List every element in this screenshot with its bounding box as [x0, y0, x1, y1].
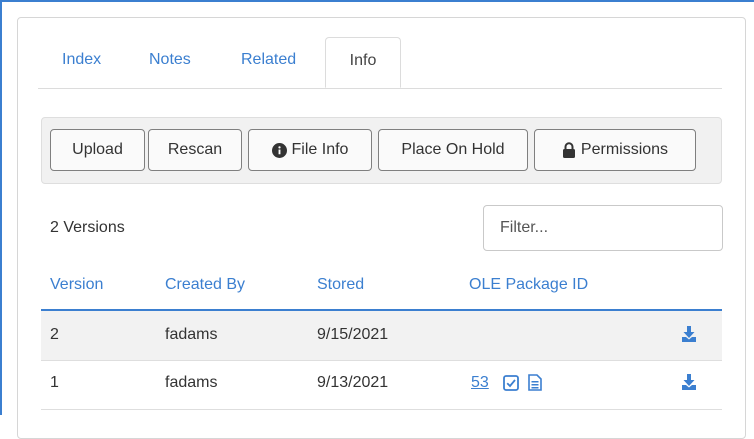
- rescan-label: Rescan: [167, 141, 223, 158]
- tab-baseline: [38, 88, 722, 89]
- window-frame-left: [0, 0, 2, 415]
- tab-related[interactable]: Related: [241, 51, 296, 69]
- upload-label: Upload: [72, 141, 123, 158]
- cell-created-by: fadams: [165, 374, 218, 391]
- file-info-button[interactable]: File Info: [248, 129, 372, 171]
- info-circle-icon: [271, 142, 287, 158]
- download-icon[interactable]: [681, 326, 697, 342]
- permissions-button[interactable]: Permissions: [534, 129, 696, 171]
- column-header-ole-package-id[interactable]: OLE Package ID: [469, 276, 588, 294]
- cell-stored: 9/13/2021: [317, 374, 389, 391]
- upload-button[interactable]: Upload: [50, 129, 145, 171]
- action-toolbar: Upload Rescan File Info Place On Hold Pe…: [41, 117, 722, 184]
- checkbox-icon[interactable]: [503, 375, 519, 391]
- file-info-label: File Info: [291, 141, 349, 158]
- ole-package-id-link[interactable]: 53: [471, 374, 489, 392]
- column-header-created-by[interactable]: Created By: [165, 276, 245, 294]
- download-icon[interactable]: [681, 374, 697, 390]
- column-header-stored[interactable]: Stored: [317, 276, 364, 294]
- tab-index[interactable]: Index: [62, 51, 101, 69]
- rescan-button[interactable]: Rescan: [148, 129, 242, 171]
- cell-stored: 9/15/2021: [317, 326, 389, 343]
- cell-version: 1: [50, 374, 59, 391]
- document-icon[interactable]: [528, 374, 542, 391]
- permissions-label: Permissions: [580, 141, 669, 158]
- lock-icon: [562, 142, 575, 158]
- column-header-version[interactable]: Version: [50, 276, 103, 294]
- place-on-hold-label: Place On Hold: [401, 141, 505, 158]
- versions-count: 2 Versions: [50, 219, 125, 236]
- cell-created-by: fadams: [165, 326, 218, 343]
- filter-input[interactable]: [483, 205, 723, 251]
- place-on-hold-button[interactable]: Place On Hold: [378, 129, 528, 171]
- tab-bar: Index Notes Related Info: [38, 37, 722, 89]
- tab-info[interactable]: Info: [325, 37, 401, 88]
- window-frame-top: [0, 0, 754, 2]
- tab-notes[interactable]: Notes: [149, 51, 191, 69]
- row-divider: [41, 409, 722, 410]
- cell-version: 2: [50, 326, 59, 343]
